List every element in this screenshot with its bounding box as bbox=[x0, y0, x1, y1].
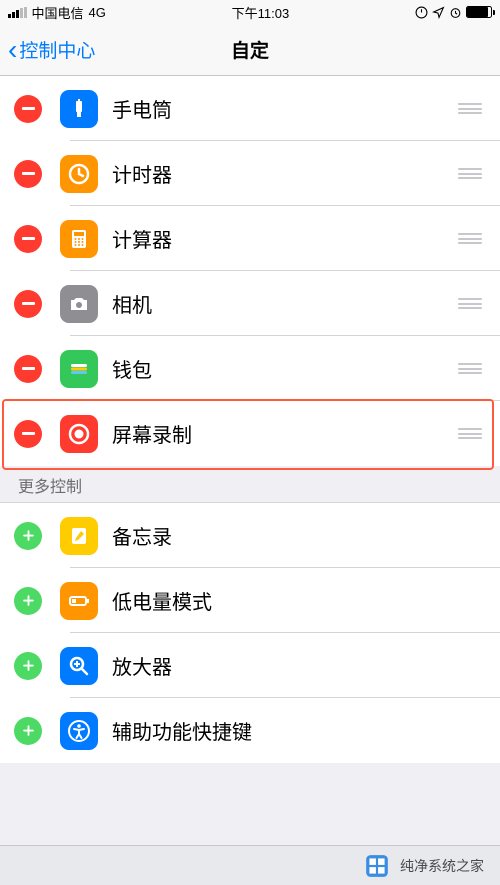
add-button[interactable] bbox=[14, 522, 42, 550]
signal-icon bbox=[8, 7, 27, 18]
row-label: 辅助功能快捷键 bbox=[112, 716, 482, 745]
row-label: 备忘录 bbox=[112, 521, 482, 550]
calc-icon bbox=[60, 220, 98, 258]
remove-button[interactable] bbox=[14, 225, 42, 253]
row-label: 屏幕录制 bbox=[112, 419, 458, 448]
reorder-handle[interactable] bbox=[458, 420, 482, 447]
page-title: 自定 bbox=[231, 36, 269, 63]
control-row-calculator: 计算器 bbox=[0, 206, 500, 271]
control-row-magnifier: 放大器 bbox=[0, 633, 500, 698]
row-label: 计时器 bbox=[112, 159, 458, 188]
notes-icon bbox=[60, 517, 98, 555]
footer-logo-icon bbox=[364, 853, 390, 879]
back-button[interactable]: ‹ 控制中心 bbox=[0, 36, 95, 64]
row-label: 钱包 bbox=[112, 354, 458, 383]
access-icon bbox=[60, 712, 98, 750]
row-label: 计算器 bbox=[112, 224, 458, 253]
add-button[interactable] bbox=[14, 652, 42, 680]
location-icon bbox=[432, 6, 445, 19]
control-row-timer: 计时器 bbox=[0, 141, 500, 206]
remove-button[interactable] bbox=[14, 160, 42, 188]
lowbat-icon bbox=[60, 582, 98, 620]
flash-icon bbox=[60, 90, 98, 128]
reorder-handle[interactable] bbox=[458, 355, 482, 382]
add-button[interactable] bbox=[14, 587, 42, 615]
chevron-left-icon: ‹ bbox=[8, 36, 17, 64]
control-row-wallet: 钱包 bbox=[0, 336, 500, 401]
footer-watermark: 纯净系统之家 www.kzmyhome.com bbox=[0, 845, 500, 885]
remove-button[interactable] bbox=[14, 95, 42, 123]
wallet-icon bbox=[60, 350, 98, 388]
remove-button[interactable] bbox=[14, 420, 42, 448]
status-bar: 中国电信 4G 下午11:03 bbox=[0, 0, 500, 24]
battery-icon bbox=[466, 6, 492, 18]
network-label: 4G bbox=[89, 5, 106, 20]
row-label: 相机 bbox=[112, 289, 458, 318]
record-icon bbox=[60, 415, 98, 453]
section-header: 更多控制 bbox=[0, 473, 100, 497]
control-row-notes: 备忘录 bbox=[0, 503, 500, 568]
navigation-bar: ‹ 控制中心 自定 bbox=[0, 24, 500, 76]
control-row-accessibility: 辅助功能快捷键 bbox=[0, 698, 500, 763]
back-label: 控制中心 bbox=[19, 36, 95, 63]
camera-icon bbox=[60, 285, 98, 323]
row-label: 手电筒 bbox=[112, 94, 458, 123]
reorder-handle[interactable] bbox=[458, 95, 482, 122]
control-row-flashlight: 手电筒 bbox=[0, 76, 500, 141]
control-row-camera: 相机 bbox=[0, 271, 500, 336]
clock-label: 下午11:03 bbox=[232, 3, 290, 22]
remove-button[interactable] bbox=[14, 290, 42, 318]
row-label: 低电量模式 bbox=[112, 586, 482, 615]
timer-icon bbox=[60, 155, 98, 193]
reorder-handle[interactable] bbox=[458, 225, 482, 252]
reorder-handle[interactable] bbox=[458, 290, 482, 317]
add-button[interactable] bbox=[14, 717, 42, 745]
control-row-lowpower: 低电量模式 bbox=[0, 568, 500, 633]
remove-button[interactable] bbox=[14, 355, 42, 383]
footer-brand: 纯净系统之家 bbox=[400, 856, 484, 876]
row-label: 放大器 bbox=[112, 651, 482, 680]
lock-icon bbox=[415, 6, 428, 19]
reorder-handle[interactable] bbox=[458, 160, 482, 187]
carrier-label: 中国电信 bbox=[32, 3, 84, 22]
control-row-screenrecord: 屏幕录制 bbox=[0, 401, 500, 466]
more-controls-section: 更多控制 备忘录 低电量模式 放大器 辅助功能 bbox=[0, 502, 500, 763]
alarm-icon bbox=[449, 6, 462, 19]
magnify-icon bbox=[60, 647, 98, 685]
included-section: 手电筒 计时器 计算器 相机 钱包 bbox=[0, 76, 500, 466]
